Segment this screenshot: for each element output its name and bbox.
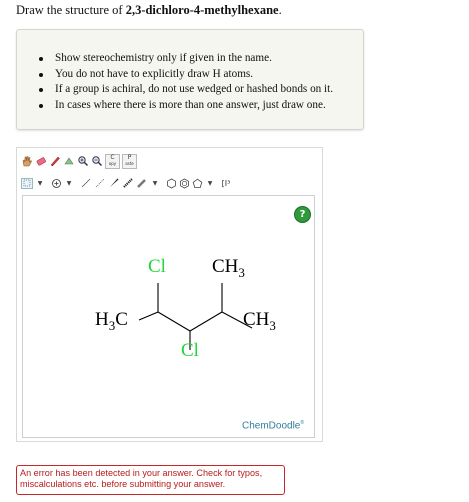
instruction-item: If a group is achiral, do not use wedged… bbox=[38, 82, 333, 98]
bond-double-icon[interactable] bbox=[136, 176, 148, 190]
instructions-box: Show stereochemistry only if given in th… bbox=[16, 29, 364, 130]
hand-icon[interactable] bbox=[21, 154, 33, 168]
bond-dashed-icon[interactable] bbox=[94, 176, 106, 190]
ring-cyclohexane-icon[interactable] bbox=[166, 176, 177, 190]
instruction-item: You do not have to explicitly draw H ato… bbox=[38, 67, 333, 83]
question-prefix: Draw the structure of bbox=[16, 3, 126, 17]
paste-button[interactable]: P aste bbox=[122, 153, 137, 169]
lasso-icon[interactable] bbox=[49, 154, 61, 168]
bond-c2-c3 bbox=[157, 311, 191, 332]
instruction-item: Show stereochemistry only if given in th… bbox=[38, 51, 333, 67]
bond-c3-c4 bbox=[189, 311, 223, 332]
methyl-left-h: H bbox=[95, 309, 109, 330]
error-line-1: An error has been detected in your answe… bbox=[20, 468, 263, 478]
text-icon[interactable]: [I³ bbox=[221, 176, 231, 190]
instruction-item: In cases where there is more than one an… bbox=[38, 98, 333, 114]
methyl-left-c: C bbox=[115, 309, 128, 330]
methyl-top-ch: CH bbox=[212, 256, 239, 277]
copy-sub-label: opy bbox=[108, 161, 117, 166]
brand-mark: ® bbox=[300, 420, 305, 426]
methyl-top-label: CH3 bbox=[212, 256, 245, 280]
compound-name: 2,3-dichloro-4-methylhexane bbox=[125, 3, 279, 17]
paste-sub-label: aste bbox=[125, 161, 134, 166]
bond-wedge-icon[interactable] bbox=[108, 176, 120, 190]
question-text: Draw the structure of 2,3-dichloro-4-met… bbox=[16, 3, 282, 18]
zoom-in-icon[interactable] bbox=[77, 154, 89, 168]
methyl-right-ch: CH bbox=[243, 309, 270, 330]
bond-hash-icon[interactable] bbox=[122, 176, 134, 190]
ring-benzene-icon[interactable] bbox=[179, 176, 190, 190]
chlorine-bottom-label: Cl bbox=[181, 340, 199, 361]
chevron-down-icon[interactable]: ▼ bbox=[64, 176, 74, 190]
erase-icon[interactable] bbox=[35, 154, 47, 168]
chevron-down-icon[interactable]: ▼ bbox=[205, 176, 215, 190]
drawing-canvas[interactable]: ? Cl Cl CH3 CH3 H3C ChemDoodle® bbox=[22, 195, 315, 438]
error-line-2: miscalculations etc. before submitting y… bbox=[20, 479, 226, 489]
bond-c1-c2 bbox=[138, 311, 159, 321]
methyl-left-label: H3C bbox=[95, 309, 128, 333]
zoom-out-icon[interactable] bbox=[91, 154, 103, 168]
toolbar-row-1: C opy P aste bbox=[21, 152, 139, 170]
chevron-down-icon[interactable]: ▼ bbox=[35, 176, 45, 190]
color-icon[interactable] bbox=[63, 154, 75, 168]
methyl-top-sub: 3 bbox=[238, 265, 245, 280]
chlorine-top-label: Cl bbox=[148, 256, 166, 277]
question-suffix: . bbox=[278, 3, 282, 17]
error-message: An error has been detected in your answe… bbox=[16, 465, 285, 495]
chemdoodle-brand: ChemDoodle® bbox=[242, 420, 304, 431]
copy-button[interactable]: C opy bbox=[105, 153, 120, 169]
toolbar-row-2: ▼ ▼ ▼ ▼ [I³ bbox=[21, 174, 233, 192]
chevron-down-icon[interactable]: ▼ bbox=[150, 176, 160, 190]
ring-pentagon-icon[interactable] bbox=[192, 176, 203, 190]
methyl-right-label: CH3 bbox=[243, 309, 276, 333]
select-icon[interactable] bbox=[21, 177, 33, 189]
charge-icon[interactable] bbox=[51, 176, 62, 190]
brand-name: ChemDoodle bbox=[242, 420, 301, 432]
chemdoodle-editor: C opy P aste ▼ ▼ ▼ ▼ [I³ ? Cl Cl CH3 CH3… bbox=[16, 147, 323, 442]
instructions-list: Show stereochemistry only if given in th… bbox=[38, 51, 333, 114]
bond-single-icon[interactable] bbox=[80, 176, 92, 190]
molecule-drawing: Cl Cl CH3 CH3 H3C bbox=[95, 256, 276, 361]
methyl-right-sub: 3 bbox=[269, 318, 276, 333]
